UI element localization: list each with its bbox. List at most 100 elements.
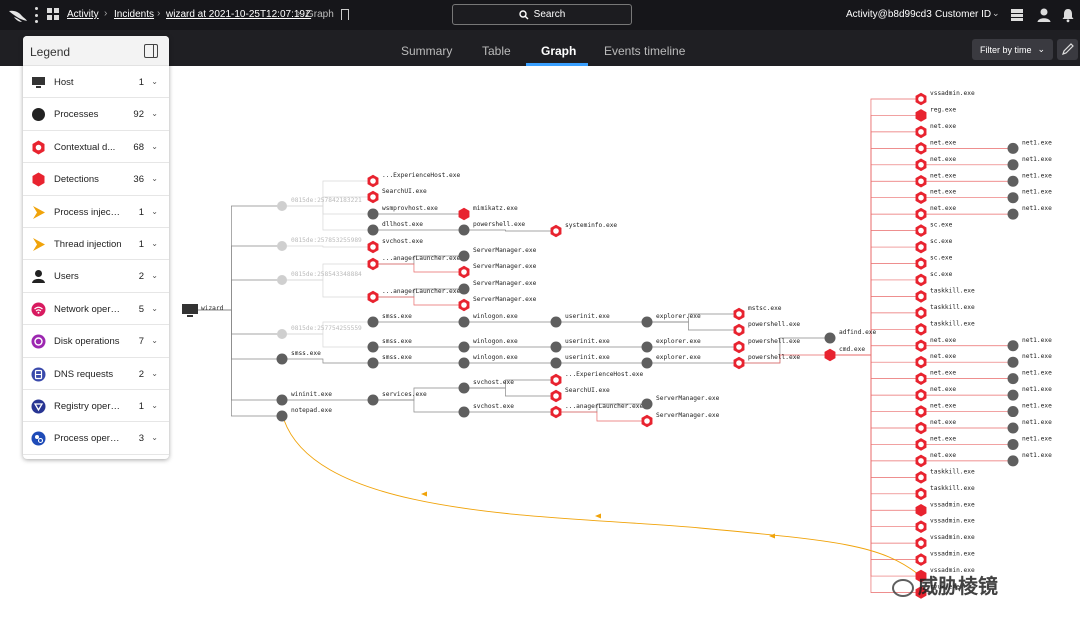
chevron-down-icon[interactable]: ⌄ (151, 433, 158, 442)
process-node[interactable]: net1.exe (1007, 452, 1053, 467)
process-node[interactable]: smss.exe (367, 354, 413, 369)
process-node[interactable]: net1.exe (1007, 386, 1053, 401)
process-node[interactable]: sc.exe (915, 255, 953, 270)
process-node[interactable]: ServerManager.exe (458, 247, 537, 262)
process-node[interactable]: powershell.exe (733, 321, 801, 337)
process-node[interactable]: net.exe (915, 337, 957, 353)
process-node[interactable]: userinit.exe (550, 338, 610, 353)
process-node[interactable]: ServerManager.exe (641, 412, 720, 428)
process-node[interactable]: explorer.exe (641, 338, 701, 353)
legend-row-thread-injection[interactable]: Thread injection 1 ⌄ (23, 228, 169, 261)
process-node[interactable]: dllhost.exe (367, 221, 424, 236)
legend-row-process-operat[interactable]: Process operat... 3 ⌄ (23, 422, 169, 455)
tab-summary[interactable]: Summary (401, 44, 452, 58)
process-node[interactable]: winlogon.exe (458, 313, 518, 328)
process-node[interactable]: net.exe (915, 172, 957, 188)
process-node[interactable]: 0815de:258543348884 (277, 271, 362, 285)
process-node[interactable]: ...ExperienceHost.exe (550, 371, 644, 387)
tab-events-timeline[interactable]: Events timeline (604, 44, 685, 58)
chevron-down-icon[interactable]: ⌄ (992, 8, 1000, 19)
process-node[interactable]: powershell.exe (733, 338, 801, 354)
legend-row-host[interactable]: Host 1 ⌄ (23, 66, 169, 99)
host-node[interactable]: wizard (182, 304, 224, 317)
process-node[interactable]: net1.exe (1007, 337, 1053, 352)
process-node[interactable]: sc.exe (915, 222, 953, 237)
process-node[interactable]: svchost.exe (458, 379, 515, 394)
bookmark-icon[interactable] (341, 9, 349, 23)
chevron-down-icon[interactable]: ⌄ (151, 109, 158, 118)
process-node[interactable]: net1.exe (1007, 189, 1053, 204)
process-node[interactable]: vssadmin.exe (915, 534, 975, 550)
chevron-down-icon[interactable]: ⌄ (151, 142, 158, 151)
legend-row-disk-operations[interactable]: Disk operations 7 ⌄ (23, 325, 169, 358)
breadcrumb-incidents[interactable]: Incidents (114, 9, 154, 20)
chevron-down-icon[interactable]: ⌄ (151, 336, 158, 345)
process-node[interactable]: sc.exe (915, 238, 953, 254)
process-node[interactable]: net1.exe (1007, 353, 1053, 368)
legend-row-contextual-d[interactable]: Contextual d... 68 ⌄ (23, 131, 169, 164)
process-node[interactable]: net.exe (915, 156, 957, 172)
process-node[interactable]: powershell.exe (733, 354, 801, 370)
process-node[interactable]: smss.exe (367, 313, 413, 328)
search-button[interactable]: Search (452, 4, 632, 25)
process-node[interactable]: explorer.exe (641, 354, 701, 369)
process-node[interactable]: net.exe (915, 123, 957, 139)
legend-row-users[interactable]: Users 2 ⌄ (23, 260, 169, 293)
legend-row-dns-requests[interactable]: DNS requests 2 ⌄ (23, 358, 169, 390)
process-node[interactable]: net.exe (915, 205, 957, 221)
chevron-down-icon[interactable]: ⌄ (151, 174, 158, 183)
process-node[interactable]: net.exe (915, 139, 957, 155)
process-node[interactable]: ServerManager.exe (458, 280, 537, 295)
process-node[interactable]: svchost.exe (458, 403, 515, 418)
process-node[interactable]: mimikatz.exe (458, 205, 518, 221)
process-node[interactable]: mstsc.exe (733, 305, 782, 321)
process-node[interactable]: services.exe (367, 391, 427, 406)
process-node[interactable]: net1.exe (1007, 139, 1053, 154)
process-node[interactable]: net1.exe (1007, 370, 1053, 385)
edit-button[interactable] (1057, 39, 1078, 60)
apps-grid-icon[interactable] (47, 8, 59, 20)
process-node[interactable]: 0815de:257853255989 (277, 237, 362, 251)
process-node[interactable]: powershell.exe (458, 221, 526, 236)
process-node[interactable]: net.exe (915, 403, 957, 418)
process-node[interactable]: vssadmin.exe (915, 551, 975, 566)
process-node[interactable]: sc.exe (915, 271, 953, 287)
process-node[interactable]: net1.exe (1007, 403, 1053, 418)
process-node[interactable]: net.exe (915, 452, 957, 468)
process-node[interactable]: wsmprovhost.exe (367, 205, 439, 220)
process-node[interactable]: 0815de:257754255559 (277, 325, 362, 339)
process-node[interactable]: taskkill.exe (915, 468, 975, 484)
chevron-down-icon[interactable]: ⌄ (151, 77, 158, 86)
process-node[interactable]: ServerManager.exe (641, 395, 720, 410)
process-node[interactable]: adfind.exe (824, 329, 877, 344)
legend-row-process-injecti[interactable]: Process injecti... 1 ⌄ (23, 196, 169, 228)
chevron-down-icon[interactable]: ⌄ (151, 239, 158, 248)
chevron-down-icon[interactable]: ⌄ (151, 271, 158, 280)
process-node[interactable]: vssadmin.exe (915, 90, 975, 106)
process-node[interactable]: userinit.exe (550, 313, 610, 328)
process-node[interactable]: net1.exe (1007, 419, 1053, 434)
chevron-down-icon[interactable]: ⌄ (151, 207, 158, 216)
legend-row-network-opera[interactable]: Network opera... 5 ⌄ (23, 293, 169, 326)
chevron-down-icon[interactable]: ⌄ (151, 304, 158, 313)
process-node[interactable]: wininit.exe (276, 391, 333, 406)
menu-dots-icon[interactable] (33, 7, 39, 23)
process-node[interactable]: userinit.exe (550, 354, 610, 369)
process-node[interactable]: 0815de:257842183221 (277, 197, 362, 211)
process-node[interactable]: taskkill.exe (915, 320, 975, 336)
process-node[interactable]: smss.exe (367, 338, 413, 353)
process-node[interactable]: net.exe (915, 419, 957, 435)
process-node[interactable]: svchost.exe (367, 238, 424, 254)
process-node[interactable]: reg.exe (915, 106, 957, 122)
process-node[interactable]: notepad.exe (276, 407, 333, 422)
process-node[interactable]: ServerManager.exe (458, 296, 537, 312)
process-node[interactable]: winlogon.exe (458, 354, 518, 369)
filter-by-time-dropdown[interactable]: Filter by time ⌄ (972, 39, 1053, 60)
process-node[interactable]: SearchUI.exe (367, 188, 427, 204)
process-node[interactable]: winlogon.exe (458, 338, 518, 353)
chevron-down-icon[interactable]: ⌄ (151, 401, 158, 410)
customer-id-dropdown[interactable]: Customer ID (935, 9, 991, 20)
collapse-panel-icon[interactable] (144, 44, 158, 58)
process-node[interactable]: cmd.exe (824, 346, 866, 362)
process-node[interactable]: net1.exe (1007, 156, 1053, 171)
